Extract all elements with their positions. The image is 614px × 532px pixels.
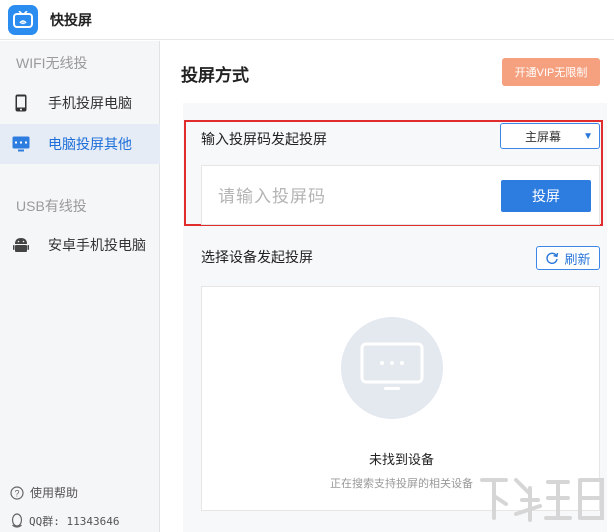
- help-icon: ?: [10, 485, 24, 500]
- qq-group: QQ群: 11343646: [10, 513, 119, 529]
- device-section-title: 选择设备发起投屏: [201, 249, 313, 265]
- refresh-button[interactable]: 刷新: [536, 246, 600, 270]
- main-panel: 投屏方式 开通VIP无限制 输入投屏码发起投屏 主屏幕 ▼ 请输入投屏码 投屏 …: [161, 41, 614, 532]
- sidebar-item-phone-to-pc[interactable]: 手机投屏电脑: [0, 83, 160, 123]
- code-input[interactable]: 请输入投屏码: [218, 182, 326, 207]
- vip-button[interactable]: 开通VIP无限制: [502, 58, 600, 86]
- wifi-section-title: WIFI无线投: [16, 55, 88, 71]
- empty-state-title: 未找到设备: [368, 452, 434, 467]
- screen-select-value: 主屏幕: [525, 129, 562, 144]
- code-section-title: 输入投屏码发起投屏: [201, 131, 327, 147]
- sidebar-item-android-to-pc[interactable]: 安卓手机投电脑: [0, 225, 160, 265]
- app-logo: [8, 4, 38, 35]
- title-bar: 快投屏: [0, 0, 614, 40]
- chevron-down-icon: ▼: [583, 131, 593, 142]
- monitor-icon: [12, 135, 30, 153]
- usb-section-title: USB有线投: [16, 198, 87, 214]
- svg-text:?: ?: [14, 488, 19, 498]
- phone-icon: [12, 94, 30, 112]
- refresh-label: 刷新: [564, 251, 591, 267]
- watermark-logo: [476, 470, 610, 528]
- tv-icon: [360, 342, 424, 390]
- app-title: 快投屏: [50, 11, 92, 28]
- empty-state-illustration: [341, 317, 443, 419]
- help-link[interactable]: ? 使用帮助: [10, 484, 78, 501]
- cast-button[interactable]: 投屏: [501, 180, 591, 212]
- sidebar-item-label: 安卓手机投电脑: [48, 237, 146, 253]
- screen-select[interactable]: 主屏幕 ▼: [500, 123, 600, 149]
- android-icon: [12, 236, 30, 254]
- code-input-area: 请输入投屏码 投屏: [201, 165, 600, 225]
- page-title: 投屏方式: [181, 66, 249, 85]
- qq-icon: [11, 513, 23, 528]
- help-label: 使用帮助: [30, 486, 79, 500]
- refresh-icon: [546, 252, 559, 264]
- sidebar-item-pc-to-other[interactable]: 电脑投屏其他: [0, 124, 160, 164]
- sidebar-item-label: 手机投屏电脑: [48, 95, 132, 111]
- sidebar-item-label: 电脑投屏其他: [48, 136, 132, 152]
- tv-logo-icon: [13, 10, 33, 28]
- sidebar: WIFI无线投 手机投屏电脑 电脑投屏其他 USB有线投 安卓手机投电脑 ? 使…: [0, 41, 160, 532]
- qq-label: QQ群: 11343646: [29, 515, 120, 528]
